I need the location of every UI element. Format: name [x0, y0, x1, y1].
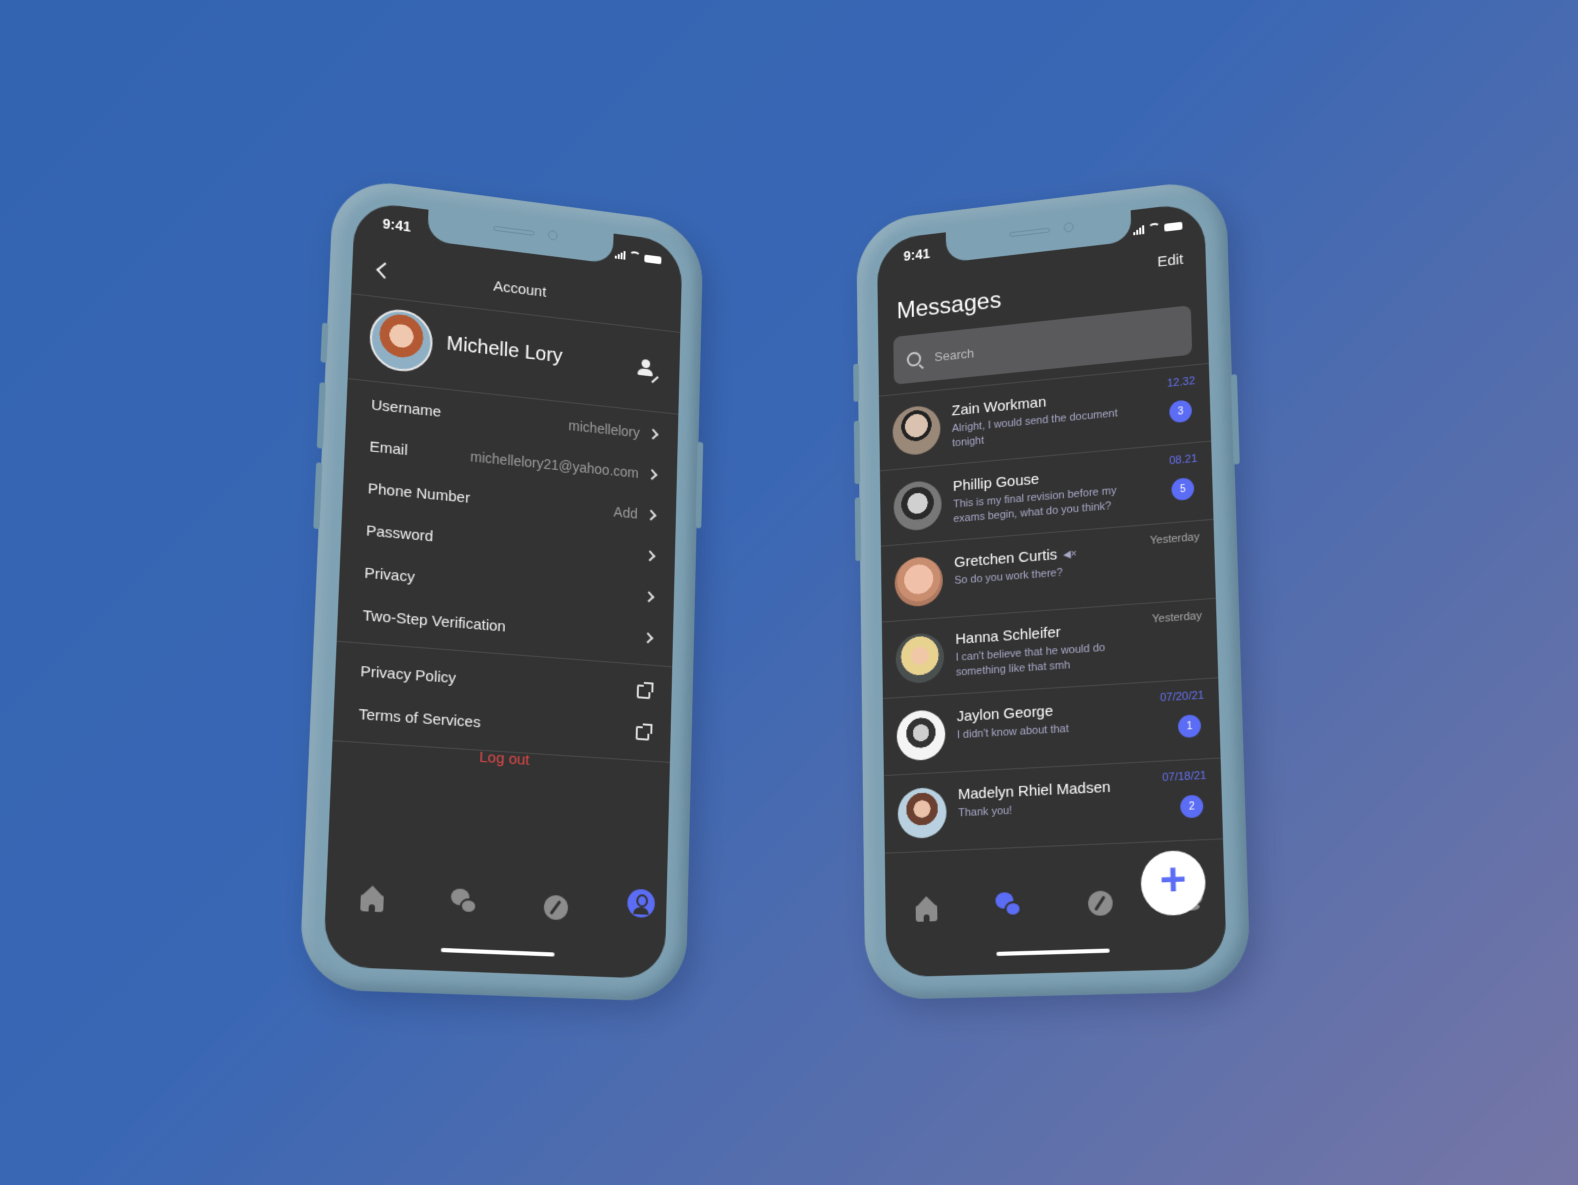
link-label: Privacy Policy — [360, 662, 457, 687]
user-icon — [627, 888, 656, 919]
edit-button[interactable]: Edit — [1157, 251, 1184, 271]
volume-up-button — [853, 420, 861, 485]
unread-badge: 2 — [1180, 794, 1204, 819]
status-icons — [1133, 220, 1183, 236]
settings-list: Username michellelory Email michellelory… — [332, 381, 678, 769]
mute-switch — [320, 322, 329, 363]
chat-item[interactable]: Madelyn Rhiel Madsen Thank you! 07/18/21… — [883, 757, 1224, 853]
signal-icon — [614, 250, 626, 260]
edit-profile-button[interactable] — [637, 358, 659, 384]
speaker — [1009, 227, 1051, 238]
chat-time: Yesterday — [1149, 531, 1200, 548]
volume-down-button — [854, 497, 862, 562]
chat-time: 07/20/21 — [1159, 689, 1205, 705]
external-link-icon — [636, 684, 651, 700]
wifi-icon — [1148, 222, 1161, 233]
profile-name: Michelle Lory — [446, 332, 563, 368]
setting-value: michellelory21@yahoo.com — [470, 448, 639, 481]
setting-value: michellelory — [568, 417, 640, 441]
chevron-right-icon — [645, 509, 657, 521]
setting-value: Add — [613, 503, 638, 522]
setting-label: Email — [369, 437, 409, 459]
status-icons — [614, 249, 662, 265]
background: 9:41 Account Michelle Lory Username mich… — [0, 0, 1578, 1185]
wifi-icon — [629, 250, 641, 261]
tab-explore[interactable] — [542, 893, 571, 923]
chevron-right-icon — [646, 469, 658, 480]
unread-badge: 1 — [1177, 714, 1202, 739]
avatar — [892, 404, 941, 457]
tab-bar — [323, 851, 667, 979]
chat-list: Zain Workman Alright, I would send the d… — [878, 362, 1226, 931]
page-title: Messages — [896, 287, 1002, 325]
chat-name: Jaylon George — [956, 702, 1054, 726]
muted-icon: ◀× — [1063, 548, 1077, 561]
search-placeholder: Search — [934, 345, 975, 364]
account-screen: 9:41 Account Michelle Lory Username mich… — [323, 200, 683, 980]
avatar — [894, 555, 944, 608]
search-icon — [906, 350, 922, 367]
external-link-icon — [635, 725, 650, 741]
chat-time: 08.21 — [1169, 452, 1198, 468]
tab-profile[interactable] — [627, 888, 656, 919]
messages-screen: 9:41 Edit Messages Search Zain Workman A… — [876, 201, 1227, 978]
link-label: Terms of Services — [358, 705, 481, 731]
home-indicator[interactable] — [996, 948, 1110, 956]
avatar — [897, 786, 947, 840]
chevron-right-icon — [647, 428, 659, 440]
power-button — [695, 441, 704, 529]
tab-home[interactable] — [357, 884, 387, 914]
tab-chats[interactable] — [995, 892, 1024, 922]
tab-explore[interactable] — [1086, 888, 1115, 918]
home-indicator[interactable] — [440, 947, 555, 957]
front-camera — [1063, 221, 1074, 233]
home-icon — [915, 904, 938, 922]
phone-account: 9:41 Account Michelle Lory Username mich… — [298, 175, 704, 1003]
tab-home[interactable] — [913, 895, 941, 924]
front-camera — [547, 229, 558, 241]
signal-icon — [1133, 225, 1145, 236]
avatar — [896, 709, 946, 762]
volume-up-button — [316, 382, 326, 449]
compass-icon — [1087, 890, 1113, 917]
tab-chats[interactable] — [450, 888, 480, 918]
status-time: 9:41 — [903, 245, 931, 264]
status-time: 9:41 — [382, 215, 412, 235]
mute-switch — [853, 363, 860, 403]
avatar — [893, 479, 942, 533]
battery-icon — [1164, 221, 1183, 232]
unread-badge: 5 — [1171, 477, 1195, 502]
chat-time: Yesterday — [1151, 609, 1203, 626]
compass-icon — [543, 894, 569, 921]
avatar — [895, 631, 945, 685]
unread-badge: 3 — [1169, 399, 1193, 424]
battery-icon — [644, 254, 662, 265]
plus-icon: + — [1158, 854, 1188, 907]
chat-time: 12.32 — [1166, 375, 1196, 390]
avatar[interactable] — [368, 306, 434, 375]
volume-down-button — [313, 462, 323, 530]
speaker — [493, 225, 535, 236]
phone-messages: 9:41 Edit Messages Search Zain Workman A… — [853, 177, 1251, 1001]
home-icon — [360, 894, 384, 913]
chat-time: 07/18/21 — [1161, 769, 1207, 785]
power-button — [1230, 374, 1240, 465]
